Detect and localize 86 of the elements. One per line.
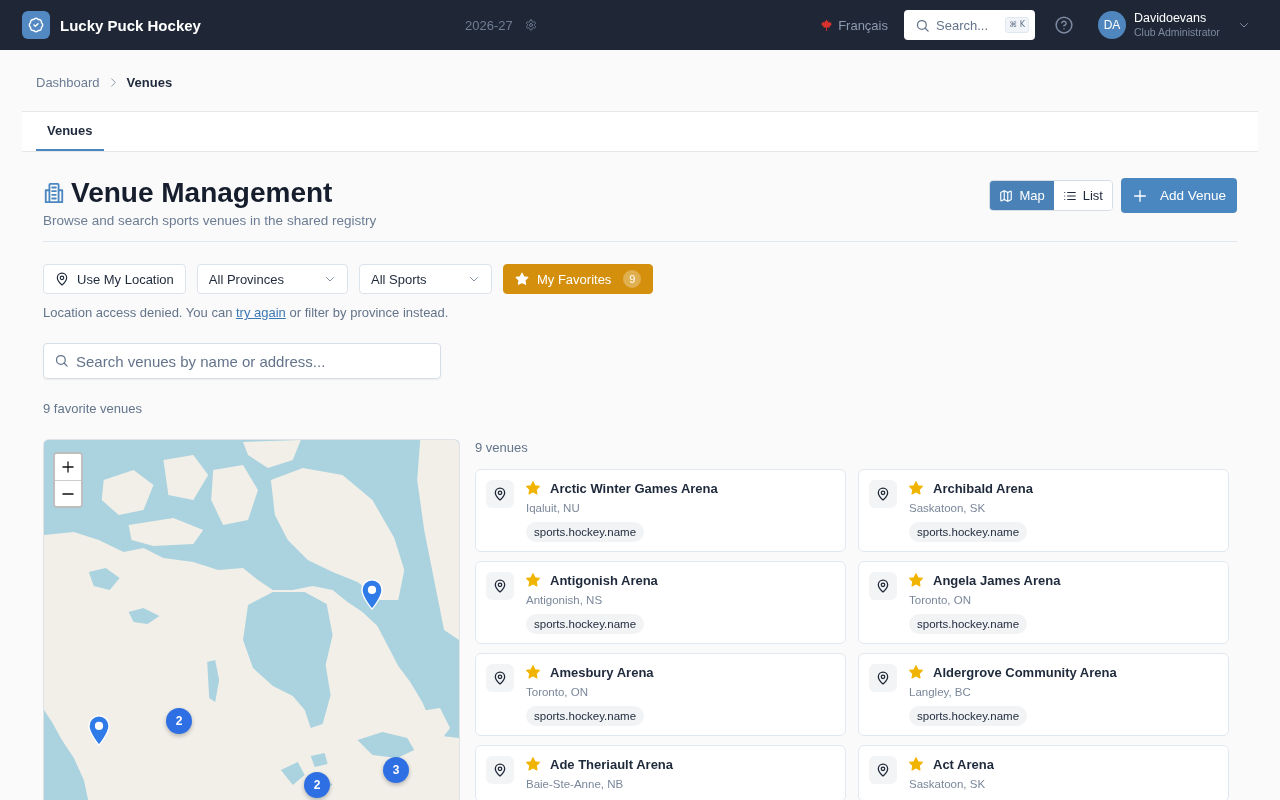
building-icon (43, 182, 65, 204)
location-pin-icon (869, 572, 897, 600)
location-pin-icon (486, 664, 514, 692)
favorites-count: 9 favorite venues (43, 400, 143, 418)
location-message: Location access denied. You can try again or filter by province instead. (43, 304, 450, 322)
sport-tag: sports.hockey.name (526, 522, 645, 542)
venue-name: Aldergrove Community Arena (933, 664, 1117, 680)
star-icon[interactable] (909, 757, 923, 771)
venue-card[interactable]: Arctic Winter Games Arena Iqaluit, NU sports.hockey.name (475, 469, 846, 552)
breadcrumb-link[interactable]: Dashboard (36, 72, 100, 93)
star-icon[interactable] (909, 573, 923, 587)
venue-location: Toronto, ON (909, 593, 971, 608)
user-role: Club Administrator (1134, 26, 1220, 39)
location-pin-icon (869, 756, 897, 784)
location-pin-icon (486, 480, 514, 508)
map-pin-icon (55, 272, 69, 286)
venue-card[interactable]: Aldergrove Community Arena Langley, BC sports.hockey.name (858, 653, 1229, 736)
star-icon[interactable] (526, 573, 540, 587)
try-again-link[interactable]: try again (236, 305, 286, 320)
venue-name: Ade Theriault Arena (550, 756, 674, 772)
search-field[interactable]: Search venues by name or address... (43, 343, 441, 379)
venue-location: Iqaluit, NU (526, 501, 580, 516)
plus-icon (62, 461, 74, 473)
star-icon[interactable] (526, 665, 540, 679)
dropdown[interactable]: All Sports (358, 264, 492, 294)
map-icon (999, 188, 1014, 203)
venue-name: Angela James Arena (933, 572, 1061, 588)
tab[interactable]: Venues (36, 112, 104, 151)
app-name: Lucky Puck Hockey (60, 16, 201, 34)
venue-card[interactable]: Angela James Arena Toronto, ON sports.hockey.name (858, 561, 1229, 644)
venue-card[interactable]: Archibald Arena Saskatoon, SK sports.hockey.name (858, 469, 1229, 552)
settings-icon (524, 19, 537, 31)
avatar: DA (1098, 11, 1126, 39)
venue-name: Amesbury Arena (550, 664, 654, 680)
venue-location: Toronto, ON (526, 685, 588, 700)
breadcrumb-current: Venues (126, 73, 173, 92)
sport-tag: sports.hockey.name (909, 522, 1028, 542)
plus-icon (1133, 189, 1146, 202)
star-icon[interactable] (526, 757, 540, 771)
language-button[interactable]: Français (820, 17, 888, 33)
sport-tag: sports.hockey.name (526, 706, 645, 726)
location-pin-icon (869, 664, 897, 692)
use-location-button[interactable]: Use My Location (43, 264, 186, 294)
sport-tag: sports.hockey.name (526, 614, 645, 634)
map-pin-icon[interactable] (88, 715, 110, 746)
user-name: Davidoevans (1134, 11, 1207, 26)
page-title: Venue Management (71, 176, 333, 210)
dropdown[interactable]: All Provinces (196, 264, 348, 294)
star-icon[interactable] (909, 481, 923, 495)
map-pin-icon[interactable] (361, 579, 383, 610)
star-icon (514, 272, 529, 286)
search-icon (915, 17, 930, 33)
venue-location: Langley, BC (909, 685, 971, 700)
minus-icon (62, 492, 74, 495)
venue-card[interactable]: Amesbury Arena Toronto, ON sports.hockey.name (475, 653, 846, 736)
venue-name: Antigonish Arena (550, 572, 658, 588)
zoom-out-button[interactable] (55, 480, 81, 506)
location-pin-icon (486, 572, 514, 600)
venue-card[interactable]: Antigonish Arena Antigonish, NS sports.hockey.name (475, 561, 846, 644)
venue-card[interactable]: Ade Theriault Arena Baie-Ste-Anne, NB (475, 745, 846, 800)
check-badge-icon (22, 11, 50, 39)
search-button[interactable]: Search... ⌘ K (904, 10, 1035, 40)
venue-location: Antigonish, NS (526, 593, 603, 608)
help-icon[interactable] (1055, 16, 1073, 34)
star-icon[interactable] (526, 481, 540, 495)
venue-name: Arctic Winter Games Arena (550, 480, 718, 496)
season-button[interactable]: 2026-27 (465, 17, 537, 33)
maple-leaf-icon (820, 18, 834, 32)
add-venue-button[interactable]: Add Venue (1120, 178, 1237, 213)
results-count: 9 venues (475, 439, 529, 457)
venue-name: Archibald Arena (933, 480, 1033, 496)
venue-location: Saskatoon, SK (909, 777, 986, 792)
venue-location: Baie-Ste-Anne, NB (526, 777, 624, 792)
search-icon (54, 353, 69, 368)
sport-tag: sports.hockey.name (909, 614, 1028, 634)
page-subtitle: Browse and search sports venues in the shared registry (43, 212, 377, 230)
star-icon[interactable] (909, 665, 923, 679)
venue-card[interactable]: Act Arena Saskatoon, SK (858, 745, 1229, 800)
location-pin-icon (869, 480, 897, 508)
venue-location: Saskatoon, SK (909, 501, 986, 516)
sport-tag: sports.hockey.name (909, 706, 1028, 726)
location-pin-icon (486, 756, 514, 784)
map-view-button[interactable]: Map (990, 181, 1054, 210)
count-badge: 9 (623, 270, 642, 288)
keyboard-shortcut: ⌘ K (1005, 17, 1029, 33)
venue-name: Act Arena (933, 756, 994, 772)
